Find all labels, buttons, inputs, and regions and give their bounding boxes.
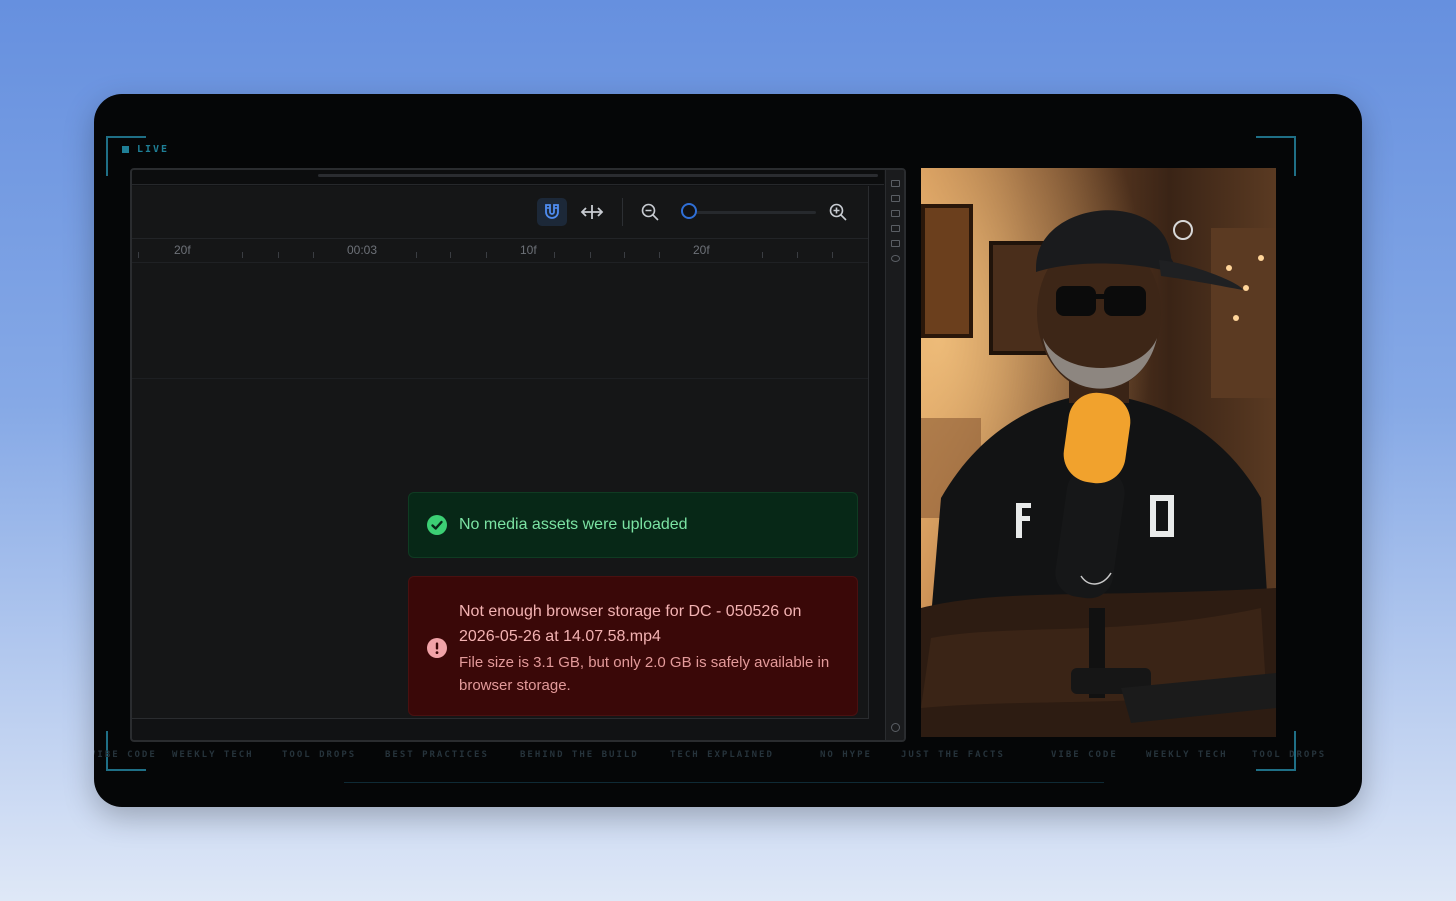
live-label: LIVE <box>137 144 170 155</box>
error-toast[interactable]: Not enough browser storage for DC - 0505… <box>408 576 858 716</box>
ruler-tick <box>554 252 555 258</box>
ticker-item: VIBE CODE <box>94 750 157 760</box>
ruler-label: 10f <box>520 243 537 257</box>
live-dot-icon <box>122 145 129 153</box>
right-tool-strip <box>885 170 904 740</box>
ticker-item: WEEKLY TECH <box>172 750 254 760</box>
ruler-tick <box>242 252 243 258</box>
error-icon-wrapper <box>427 638 447 663</box>
ticker-item: TOOL DROPS <box>1252 750 1327 760</box>
success-toast-message: No media assets were uploaded <box>459 516 688 533</box>
ticker-item: JUST THE FACTS <box>901 750 1005 760</box>
track-divider <box>132 378 868 379</box>
live-indicator: LIVE <box>122 144 169 155</box>
ticker-item: WEEKLY TECH <box>1146 750 1228 760</box>
check-circle-icon <box>427 515 447 535</box>
error-toast-title: Not enough browser storage for DC - 0505… <box>459 603 802 645</box>
ruler-tick <box>797 252 798 258</box>
ruler-tick <box>590 252 591 258</box>
ruler-tick <box>416 252 417 258</box>
ruler-label: 20f <box>174 243 191 257</box>
ruler-label: 20f <box>693 243 710 257</box>
timeline-editor: 20f 00:03 10f 20f No media assets were u… <box>130 168 906 742</box>
ruler-tick <box>832 252 833 258</box>
timeline-toolbar <box>132 186 868 239</box>
zoom-out-button[interactable] <box>635 198 665 226</box>
timeline-canvas: 20f 00:03 10f 20f No media assets were u… <box>132 186 869 719</box>
ticker-item: TOOL DROPS <box>282 750 357 760</box>
ticker-item: NO HYPE <box>820 750 872 760</box>
move-horizontal-icon <box>580 205 604 219</box>
zoom-slider-track[interactable] <box>682 211 816 214</box>
ruler-tick <box>138 252 139 258</box>
ticker-item: BEHIND THE BUILD <box>520 750 639 760</box>
ruler-tick <box>278 252 279 258</box>
ruler-tick <box>313 252 314 258</box>
zoom-out-icon <box>641 203 659 221</box>
strip-tool-icon[interactable] <box>891 195 900 202</box>
success-toast[interactable]: No media assets were uploaded <box>408 492 858 558</box>
ticker-item: BEST PRACTICES <box>385 750 489 760</box>
ruler-tick <box>624 252 625 258</box>
zoom-slider-knob[interactable] <box>680 203 697 219</box>
strip-add-icon[interactable] <box>891 255 900 262</box>
error-toast-body: File size is 3.1 GB, but only 2.0 GB is … <box>459 654 830 694</box>
ruler-tick <box>450 252 451 258</box>
timeline-ruler[interactable]: 20f 00:03 10f 20f <box>132 240 868 263</box>
presenter-image <box>921 168 1276 737</box>
settings-icon[interactable] <box>891 723 900 732</box>
zoom-in-button[interactable] <box>823 198 853 226</box>
ruler-label: 00:03 <box>347 243 378 257</box>
ruler-tick <box>486 252 487 258</box>
ticker-bar: VIBE CODE WEEKLY TECH TOOL DROPS BEST PR… <box>94 750 1362 764</box>
toolbar-separator <box>622 198 623 226</box>
alert-circle-icon <box>427 638 447 658</box>
ruler-tick <box>659 252 660 258</box>
strip-tool-icon[interactable] <box>891 180 900 187</box>
stream-frame: LIVE 20f 00:03 10f 20f No media assets w… <box>94 94 1362 807</box>
strip-tool-icon[interactable] <box>891 210 900 217</box>
move-tool-button[interactable] <box>577 198 607 226</box>
ticker-item: TECH EXPLAINED <box>670 750 774 760</box>
magnet-snap-icon <box>545 204 559 219</box>
ruler-tick <box>762 252 763 258</box>
strip-tool-icon[interactable] <box>891 240 900 247</box>
snap-toggle-button[interactable] <box>537 198 567 226</box>
zoom-in-icon <box>829 203 847 221</box>
webcam-video <box>921 168 1276 737</box>
ticker-underline <box>344 782 1104 783</box>
editor-top-bar <box>132 170 884 185</box>
strip-tool-icon[interactable] <box>891 225 900 232</box>
ticker-item: VIBE CODE <box>1051 750 1118 760</box>
editor-scrollbar[interactable] <box>318 174 878 177</box>
